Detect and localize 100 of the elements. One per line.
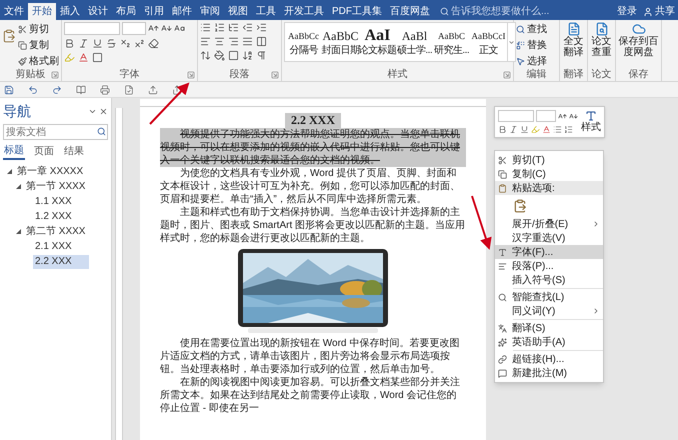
menu-item[interactable]: 英语助手(A) — [495, 335, 603, 349]
upload-icon[interactable] — [148, 84, 158, 94]
expanded-triangle-icon[interactable] — [16, 184, 21, 189]
menu-item[interactable]: 复制(C) — [495, 167, 603, 181]
clipboard-button[interactable]: 格式刷 — [18, 54, 59, 69]
columns-icon[interactable] — [256, 36, 267, 47]
strikethrough-icon[interactable] — [106, 38, 117, 49]
ribbon-tab[interactable]: PDF工具集 — [328, 3, 386, 20]
style-option[interactable]: AaBbC 封面日期 — [322, 23, 359, 61]
ribbon-tab[interactable]: 百度网盘 — [386, 3, 434, 20]
dialog-launcher-icon[interactable] — [51, 71, 59, 79]
tree-item[interactable]: 第一节 XXXX — [24, 180, 88, 194]
expanded-triangle-icon[interactable] — [16, 229, 21, 234]
bullets-icon[interactable] — [553, 125, 562, 134]
align-left-icon[interactable] — [200, 36, 211, 47]
ribbon-tab[interactable]: 引用 — [140, 3, 168, 20]
close-icon[interactable] — [99, 106, 108, 116]
italic-icon[interactable] — [78, 38, 89, 49]
style-option[interactable]: AaBbC 研究生... — [433, 23, 470, 61]
style-option[interactable]: AaBbCcI 正文 — [470, 23, 507, 61]
italic-icon[interactable] — [509, 125, 518, 134]
style-option[interactable]: AaBbCc 分隔号 — [285, 23, 322, 61]
pilcrow-icon[interactable] — [256, 50, 267, 61]
printer-icon[interactable] — [100, 84, 110, 94]
shading-icon[interactable] — [214, 50, 225, 61]
numbering-icon[interactable] — [564, 125, 573, 134]
menu-item[interactable]: 智能查找(L) — [495, 290, 603, 304]
menu-item[interactable]: 字体(F)... — [495, 245, 603, 259]
numbering-icon[interactable] — [214, 22, 225, 33]
ribbon-tab[interactable]: 开始 — [28, 3, 56, 20]
bold-icon[interactable] — [498, 125, 507, 134]
editing-button[interactable]: 选择 — [516, 54, 547, 69]
share-button[interactable]: 共享 — [643, 3, 678, 20]
decrease-indent-icon[interactable] — [242, 22, 253, 33]
login-link[interactable]: 登录 — [617, 3, 637, 20]
justify-icon[interactable] — [242, 36, 253, 47]
tree-item[interactable]: 1.1 XXX — [33, 194, 74, 208]
ribbon-tool-button[interactable]: 论文查重 — [590, 22, 613, 69]
grow-font-icon[interactable] — [558, 112, 567, 120]
ribbon-tab[interactable]: 文件 — [0, 3, 28, 20]
sort-icon[interactable] — [242, 50, 253, 61]
ribbon-tab[interactable]: 审阅 — [196, 3, 224, 20]
borders-icon[interactable] — [228, 50, 239, 61]
tree-item[interactable]: 1.2 XXX — [33, 210, 74, 224]
pane-tab[interactable]: 页面 — [33, 144, 55, 160]
menu-item[interactable]: 展开/折叠(E) — [495, 217, 603, 231]
align-right-icon[interactable] — [228, 36, 239, 47]
ribbon-tab[interactable]: 视图 — [224, 3, 252, 20]
font-color-icon[interactable] — [542, 125, 551, 134]
menu-item[interactable]: 段落(P)... — [495, 259, 603, 273]
menu-item[interactable]: 汉字重选(V) — [495, 231, 603, 245]
ribbon-tool-button[interactable]: 保存到百度网盘 — [618, 22, 659, 69]
underline-icon[interactable] — [520, 125, 529, 134]
dialog-launcher-icon[interactable] — [271, 71, 279, 79]
subscript-icon[interactable] — [120, 38, 131, 49]
tell-me-field[interactable]: 告诉我您想要做什么... — [438, 3, 566, 20]
expanded-triangle-icon[interactable] — [7, 169, 12, 174]
redo-icon[interactable] — [52, 84, 62, 94]
line-spacing-icon[interactable] — [200, 50, 211, 61]
font-name-field[interactable] — [498, 110, 534, 122]
center-icon[interactable] — [214, 36, 225, 47]
underline-icon[interactable] — [92, 38, 103, 49]
ribbon-tool-button[interactable]: 全文翻译 — [562, 22, 585, 69]
spelling-icon[interactable] — [124, 84, 134, 94]
search-field[interactable]: 搜索文档 — [3, 124, 108, 140]
editing-button[interactable]: 替换 — [516, 38, 547, 53]
eraser-icon[interactable] — [148, 38, 159, 49]
menu-item[interactable]: 剪切(T) — [495, 153, 603, 167]
multilevel-list-icon[interactable] — [228, 22, 239, 33]
menu-item[interactable]: 新建批注(M) — [495, 366, 603, 380]
ribbon-tab[interactable]: 布局 — [112, 3, 140, 20]
font-name-field[interactable] — [64, 22, 120, 35]
menu-item[interactable]: 超链接(H)... — [495, 352, 603, 366]
font-size-field[interactable] — [536, 110, 556, 122]
ribbon-tab[interactable]: 开发工具 — [280, 3, 328, 20]
tree-item[interactable]: 第一章 XXXXX — [15, 164, 86, 178]
increase-indent-icon[interactable] — [256, 22, 267, 33]
ribbon-tab[interactable]: 设计 — [84, 3, 112, 20]
pane-tab[interactable]: 标题 — [3, 144, 25, 160]
save-icon[interactable] — [4, 84, 14, 94]
pane-tab[interactable]: 结果 — [63, 144, 85, 160]
font-size-field[interactable] — [122, 22, 146, 35]
style-option[interactable]: AaI 论文标题 — [359, 23, 396, 61]
menu-item[interactable]: 同义词(Y) — [495, 304, 603, 318]
ribbon-tab[interactable]: 邮件 — [168, 3, 196, 20]
gallery-more-icon[interactable] — [508, 38, 515, 46]
editing-button[interactable]: 查找 — [516, 22, 547, 37]
dialog-launcher-icon[interactable] — [187, 71, 195, 79]
read-mode-icon[interactable] — [76, 84, 86, 94]
styles-button[interactable]: 样式 — [581, 110, 601, 134]
superscript-icon[interactable] — [134, 38, 145, 49]
tree-item[interactable]: 第二节 XXXX — [24, 224, 88, 238]
style-option[interactable]: AaBl 硕士学... — [396, 23, 433, 61]
clipboard-button[interactable]: 剪切 — [18, 22, 59, 37]
tree-item[interactable]: 2.1 XXX — [33, 240, 74, 254]
undo-icon[interactable] — [28, 84, 38, 94]
paste-option-icon[interactable] — [513, 199, 527, 213]
font-color-icon[interactable] — [78, 52, 89, 63]
character-border-icon[interactable] — [92, 52, 103, 63]
shrink-font-icon[interactable] — [569, 112, 578, 120]
